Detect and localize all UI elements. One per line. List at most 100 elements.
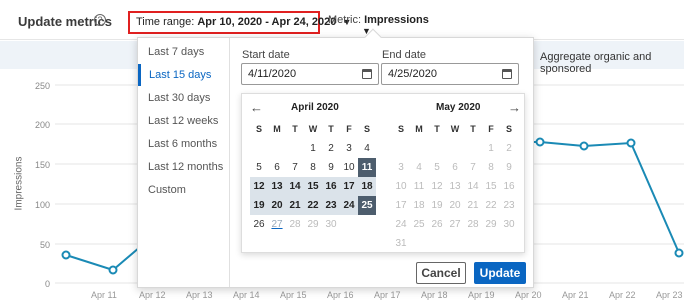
right-month-title: May 2020 — [436, 102, 481, 113]
day-disabled: 14 — [467, 181, 479, 192]
preset-last-15-days[interactable]: Last 15 days — [138, 64, 230, 86]
x-tick: Apr 20 — [515, 290, 542, 300]
day-empty — [464, 139, 482, 158]
day-in-range[interactable]: 23 — [322, 196, 340, 215]
day[interactable]: 8 — [304, 158, 322, 177]
day-disabled: 7 — [470, 162, 476, 173]
next-month-arrow-icon[interactable]: → — [508, 100, 521, 115]
update-button[interactable]: Update — [474, 262, 526, 284]
dow: T — [292, 124, 298, 134]
x-tick: Apr 11 — [91, 290, 117, 300]
day-disabled: 26 — [431, 219, 443, 230]
x-tick: Apr 23 — [656, 290, 683, 300]
day-disabled: 21 — [467, 200, 479, 211]
data-point — [674, 248, 684, 258]
day-empty — [250, 139, 268, 158]
prev-month-arrow-icon[interactable]: ← — [250, 100, 263, 115]
day-disabled: 15 — [485, 181, 497, 192]
preset-last-6-months[interactable]: Last 6 months — [138, 133, 230, 155]
day-disabled: 3 — [398, 162, 404, 173]
calendar-icon[interactable] — [362, 69, 372, 79]
dow: S — [363, 124, 370, 134]
day-disabled: 5 — [434, 162, 440, 173]
day-in-range[interactable]: 18 — [358, 177, 376, 196]
preset-custom[interactable]: Custom — [138, 179, 230, 201]
start-date-input[interactable]: 4/11/2020 — [241, 63, 379, 85]
day-disabled: 2 — [506, 143, 512, 154]
day-disabled: 11 — [413, 181, 425, 192]
series-line-left — [65, 246, 141, 272]
x-tick: Apr 14 — [233, 290, 260, 300]
preset-last-12-weeks[interactable]: Last 12 weeks — [138, 110, 230, 132]
dow: W — [450, 124, 460, 134]
data-point — [579, 141, 589, 151]
day-in-range[interactable]: 24 — [340, 196, 358, 215]
day-in-range[interactable]: 15 — [304, 177, 322, 196]
x-tick: Apr 16 — [327, 290, 354, 300]
data-point — [626, 138, 636, 148]
day[interactable]: 7 — [286, 158, 304, 177]
x-tick: Apr 15 — [280, 290, 307, 300]
dow: F — [346, 124, 352, 134]
end-date-input[interactable]: 4/25/2020 — [381, 63, 519, 85]
preset-last-30-days[interactable]: Last 30 days — [138, 87, 230, 109]
left-month-title: April 2020 — [291, 102, 339, 113]
day-disabled: 16 — [503, 181, 515, 192]
day-in-range[interactable]: 13 — [268, 177, 286, 196]
day-disabled: 22 — [485, 200, 497, 211]
day-disabled: 29 — [485, 219, 497, 230]
april-grid: S M T W T F S 1 2 3 4 5 6 7 8 9 10 11 12… — [250, 120, 376, 234]
day[interactable]: 10 — [340, 158, 358, 177]
day[interactable]: 3 — [340, 139, 358, 158]
day-in-range[interactable]: 19 — [250, 196, 268, 215]
dow: S — [397, 124, 404, 134]
day-in-range[interactable]: 21 — [286, 196, 304, 215]
day[interactable]: 9 — [322, 158, 340, 177]
day[interactable]: 26 — [250, 215, 268, 234]
x-tick: Apr 19 — [468, 290, 495, 300]
start-date-value: 4/11/2020 — [248, 68, 297, 80]
day-disabled: 23 — [503, 200, 515, 211]
series-line-right — [534, 141, 680, 254]
day-empty — [428, 139, 446, 158]
day[interactable]: 2 — [322, 139, 340, 158]
day[interactable]: 5 — [250, 158, 268, 177]
day-empty — [410, 139, 428, 158]
cancel-button[interactable]: Cancel — [416, 262, 466, 284]
data-point — [61, 250, 71, 260]
day-in-range[interactable]: 14 — [286, 177, 304, 196]
day[interactable]: 4 — [358, 139, 376, 158]
day-disabled: 29 — [307, 219, 319, 230]
preset-last-7-days[interactable]: Last 7 days — [138, 41, 230, 63]
data-point — [108, 265, 118, 275]
day-disabled: 30 — [325, 219, 337, 230]
day-disabled: 25 — [413, 219, 425, 230]
day-in-range[interactable]: 12 — [250, 177, 268, 196]
end-date-label: End date — [382, 49, 427, 61]
day-in-range[interactable]: 20 — [268, 196, 286, 215]
day-disabled: 30 — [503, 219, 515, 230]
day-in-range[interactable]: 22 — [304, 196, 322, 215]
day-empty — [392, 139, 410, 158]
start-date-label: Start date — [242, 49, 290, 61]
x-tick: Apr 13 — [186, 290, 213, 300]
calendar-icon[interactable] — [502, 69, 512, 79]
dow: F — [488, 124, 494, 134]
day-disabled: 9 — [506, 162, 512, 173]
day-in-range[interactable]: 16 — [322, 177, 340, 196]
day-disabled: 28 — [289, 219, 301, 230]
day[interactable]: 1 — [304, 139, 322, 158]
preset-last-12-months[interactable]: Last 12 months — [138, 156, 230, 178]
day-empty — [268, 139, 286, 158]
day-today[interactable]: 27 — [268, 215, 286, 234]
day-disabled: 17 — [395, 200, 407, 211]
day-disabled: 10 — [395, 181, 407, 192]
dow: S — [255, 124, 262, 134]
preset-list: Last 7 days Last 15 days Last 30 days La… — [138, 38, 230, 287]
day-range-start[interactable]: 11 — [358, 158, 376, 177]
day-in-range[interactable]: 17 — [340, 177, 358, 196]
day-disabled: 6 — [452, 162, 458, 173]
day[interactable]: 6 — [268, 158, 286, 177]
day-range-end[interactable]: 25 — [358, 196, 376, 215]
day-disabled: 28 — [467, 219, 479, 230]
